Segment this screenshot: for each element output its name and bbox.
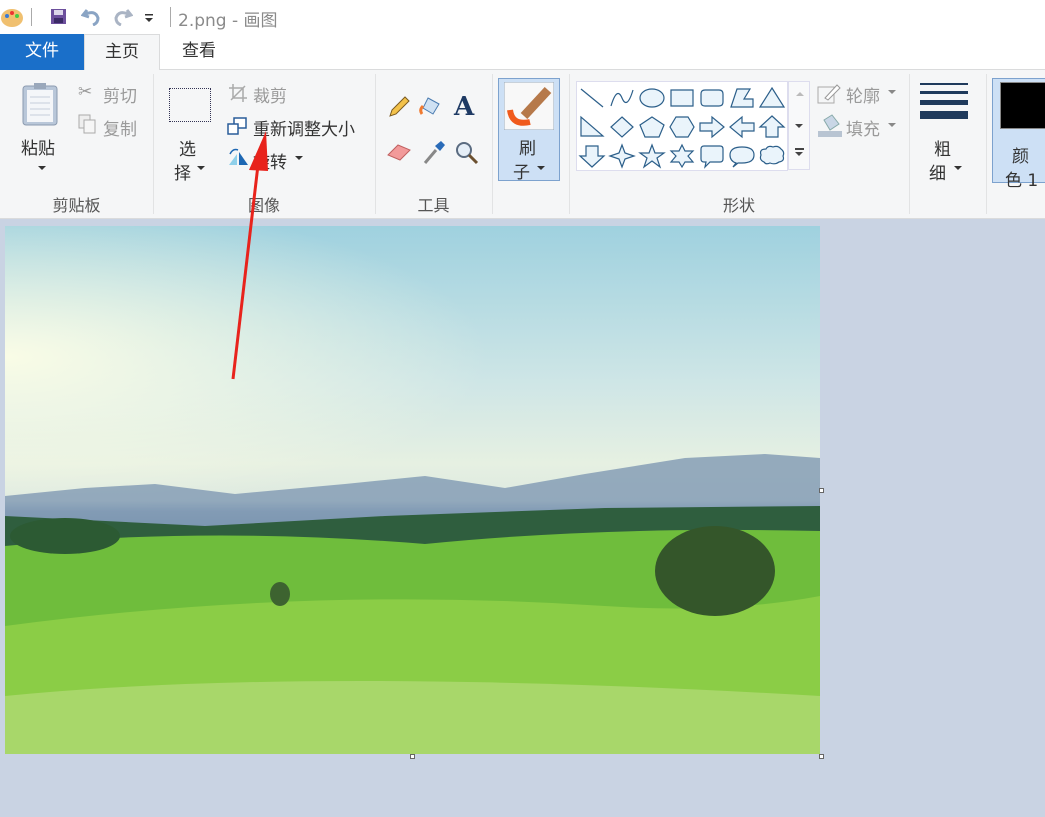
scroll-down-icon[interactable] <box>795 124 803 128</box>
group-label-tools: 工具 <box>417 196 450 215</box>
outline-pencil-icon <box>817 84 841 104</box>
color-1-label: 颜 <box>1012 147 1029 167</box>
copy-label: 复制 <box>103 120 137 140</box>
customize-quick-access-icon[interactable] <box>143 12 155 24</box>
chevron-down-icon <box>197 166 205 170</box>
crop-icon <box>229 84 247 102</box>
select-label: 选 <box>179 140 196 160</box>
size-label-2: 细 <box>929 164 946 184</box>
chevron-down-icon <box>295 156 303 160</box>
shape-cloud-callout[interactable] <box>759 145 785 165</box>
paste-label: 粘贴 <box>21 139 55 159</box>
brush-icon <box>504 82 554 130</box>
shape-rounded-rectangle[interactable] <box>700 89 724 107</box>
tab-view[interactable]: 查看 <box>160 34 238 70</box>
line-width-icon <box>920 83 968 119</box>
chevron-down-icon <box>954 166 962 170</box>
tab-file[interactable]: 文件 <box>0 34 84 70</box>
title-bar: 2.png - 画图 <box>0 0 1045 34</box>
pencil-icon[interactable] <box>387 95 411 119</box>
text-icon[interactable]: A <box>454 92 474 122</box>
ribbon-tabs: 文件 主页 查看 <box>0 34 1045 71</box>
chevron-down-icon <box>888 123 896 127</box>
clipboard-paste-icon <box>22 83 58 126</box>
cut-label: 剪切 <box>103 87 137 107</box>
resize-handle-bottom[interactable] <box>410 754 415 759</box>
ribbon: 粘贴 ✂ 剪切 复制 剪贴板 选 择 裁剪 重新调整大小 旋转 图像 A 工具 <box>0 70 1045 219</box>
size-label: 粗 <box>934 140 951 160</box>
color-1-swatch <box>1000 82 1045 129</box>
outline-label: 轮廓 <box>846 87 880 107</box>
resize-handle-corner[interactable] <box>819 754 824 759</box>
brushes-button[interactable]: 刷 子 <box>498 78 560 183</box>
shape-rectangle[interactable] <box>670 89 694 107</box>
drawing-canvas[interactable] <box>5 226 820 754</box>
shapes-gallery[interactable] <box>576 81 788 171</box>
resize-label: 重新调整大小 <box>253 120 355 140</box>
rotate-icon <box>229 148 248 165</box>
fill-label: 填充 <box>846 120 880 140</box>
group-label-clipboard: 剪贴板 <box>52 196 101 215</box>
fill-bucket-icon[interactable] <box>419 94 445 118</box>
paint-app-icon[interactable] <box>0 5 24 29</box>
resize-handle-right[interactable] <box>819 488 824 493</box>
window-title: 2.png - 画图 <box>178 11 278 31</box>
chevron-down-icon <box>537 166 545 170</box>
brushes-label-2: 子 <box>513 163 530 183</box>
copy-icon <box>78 114 96 134</box>
eraser-icon[interactable] <box>386 142 412 162</box>
select-label-2: 择 <box>174 164 191 184</box>
selection-icon <box>169 88 211 122</box>
magnifier-icon[interactable] <box>455 141 479 165</box>
crop-label: 裁剪 <box>253 87 287 107</box>
color-1-button[interactable]: 颜 色 1 <box>992 78 1045 191</box>
group-label-image: 图像 <box>247 196 280 215</box>
redo-icon[interactable] <box>113 6 133 26</box>
resize-icon <box>227 117 247 135</box>
color-1-label-2: 色 1 <box>1005 171 1039 191</box>
shapes-scrollbar[interactable] <box>788 81 810 170</box>
expand-gallery-icon[interactable] <box>795 148 804 150</box>
scroll-up-icon[interactable] <box>796 92 804 96</box>
save-icon[interactable] <box>50 8 67 25</box>
shape-oval[interactable] <box>639 88 665 108</box>
rotate-label: 旋转 <box>253 153 287 173</box>
landscape-image <box>5 454 820 754</box>
brushes-label: 刷 <box>519 139 536 159</box>
tab-home[interactable]: 主页 <box>84 34 160 71</box>
color-picker-icon[interactable] <box>422 140 446 166</box>
shape-hexagon[interactable] <box>669 116 695 138</box>
chevron-down-icon <box>888 90 896 94</box>
scissors-icon: ✂ <box>78 82 93 102</box>
chevron-down-icon <box>38 166 46 170</box>
undo-icon[interactable] <box>81 6 101 26</box>
group-label-shapes: 形状 <box>722 196 755 215</box>
fill-icon <box>818 114 842 137</box>
